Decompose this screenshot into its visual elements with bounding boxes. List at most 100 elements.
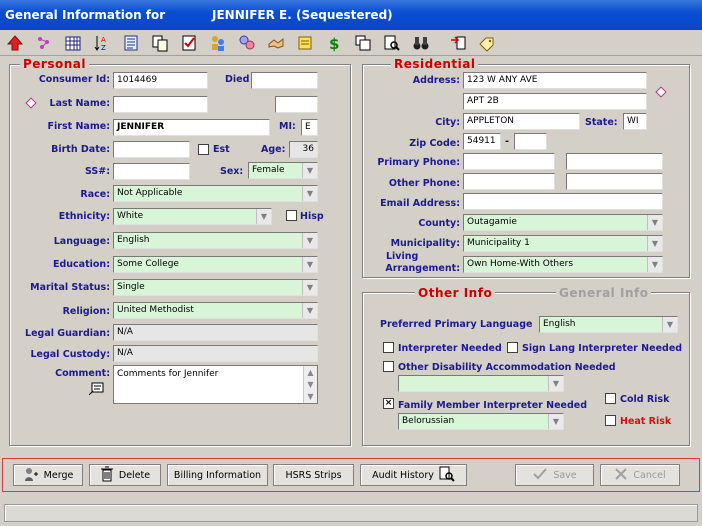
last-name-suffix-input[interactable] [275,96,318,113]
family-interpreter-label: Family Member Interpreter Needed [398,400,588,411]
zip-input[interactable]: 54911 [463,133,501,150]
living-arrangement-select[interactable]: Own Home-With Others ▼ [463,256,663,273]
education-label: Education: [53,259,110,270]
calendar-grid-icon[interactable] [62,32,84,54]
address-label: Address: [412,75,460,86]
scroll-down-icon[interactable]: ▼ [304,390,317,403]
preferred-language-select[interactable]: English ▼ [539,316,678,333]
religion-select[interactable]: United Methodist ▼ [113,302,318,319]
chevron-down-icon: ▼ [302,257,317,272]
other-phone-ext-input[interactable] [566,173,663,190]
address-line1-input[interactable]: 123 W ANY AVE [463,72,647,89]
died-label: Died [225,74,250,85]
preferred-language-label: Preferred Primary Language [380,319,533,330]
primary-phone-input[interactable] [463,153,555,170]
chevron-down-icon: ▼ [548,414,563,429]
sex-label: Sex: [220,166,244,177]
family-language-select[interactable]: Belorussian ▼ [398,413,564,430]
city-input[interactable]: APPLETON [463,113,580,130]
chevron-down-icon: ▼ [302,186,317,201]
race-label: Race: [80,189,110,200]
handshake-icon[interactable] [265,32,287,54]
merge-button[interactable]: Merge [13,464,83,486]
heat-risk-label: Heat Risk [620,416,672,427]
hsrs-strips-button[interactable]: HSRS Strips [273,464,354,486]
other-phone-label: Other Phone: [388,178,460,189]
comment-scrollbar[interactable]: ▲ ▼ ▼ [303,366,317,403]
family-interpreter-checkbox[interactable]: × [383,398,394,409]
cold-risk-label: Cold Risk [620,394,670,405]
email-input[interactable] [463,193,663,210]
est-checkbox[interactable] [198,144,209,155]
consumer-id-input[interactable]: 1014469 [113,72,208,89]
document-lines-icon[interactable] [120,32,142,54]
city-label: City: [435,117,460,128]
primary-phone-ext-input[interactable] [566,153,663,170]
municipality-select[interactable]: Municipality 1 ▼ [463,235,663,252]
people-icon[interactable] [207,32,229,54]
pencil-tag-icon[interactable] [476,32,498,54]
other-disability-checkbox[interactable] [383,361,394,372]
state-input[interactable]: WI [623,113,647,130]
heat-risk-checkbox[interactable] [605,415,616,426]
sex-select[interactable]: Female ▼ [248,162,318,179]
chevron-down-icon: ▼ [302,233,317,248]
duplicate-icon[interactable] [352,32,374,54]
audit-history-button[interactable]: Audit History [360,464,467,486]
toolbar: AZ $ [0,30,702,56]
cancel-button[interactable]: Cancel [600,464,680,486]
cold-risk-checkbox[interactable] [605,393,616,404]
tab-general-info[interactable]: General Info [556,286,652,300]
hisp-label: Hisp [300,211,324,222]
binoculars-icon[interactable] [410,32,432,54]
legal-guardian-label: Legal Guardian: [25,328,110,339]
zip-ext-input[interactable] [514,133,547,150]
delete-button[interactable]: Delete [89,464,161,486]
import-icon[interactable] [447,32,469,54]
close-icon [614,467,628,484]
county-label: County: [418,218,460,229]
last-name-input[interactable] [113,96,208,113]
comment-textarea[interactable]: Comments for Jennifer ▲ ▼ ▼ [113,365,318,404]
search-document-icon[interactable] [381,32,403,54]
ssn-input[interactable] [113,163,190,180]
window-title-name: JENNIFER E. (Sequestered) [212,8,393,22]
other-disability-label: Other Disability Accommodation Needed [398,362,616,373]
interpreter-needed-checkbox[interactable] [383,342,394,353]
sort-icon[interactable]: AZ [91,32,113,54]
birth-date-input[interactable] [113,141,190,158]
marital-status-select[interactable]: Single ▼ [113,279,318,296]
hisp-checkbox[interactable] [286,210,297,221]
status-bar [4,504,698,522]
county-select[interactable]: Outagamie ▼ [463,214,663,231]
died-input[interactable] [251,72,318,89]
living-label-line1: Living [386,251,419,262]
religion-label: Religion: [62,306,110,317]
billing-information-button[interactable]: Billing Information [167,464,268,486]
dollar-icon[interactable]: $ [323,32,345,54]
save-button[interactable]: Save [515,464,594,486]
note-icon[interactable] [294,32,316,54]
birth-date-label: Birth Date: [51,144,110,155]
scatter-icon[interactable] [33,32,55,54]
up-arrow-icon[interactable] [4,32,26,54]
trash-icon [100,466,114,485]
language-select[interactable]: English ▼ [113,232,318,249]
audit-history-label: Audit History [372,469,434,481]
other-phone-input[interactable] [463,173,555,190]
other-disability-select[interactable]: ▼ [398,375,564,392]
checklist-icon[interactable] [178,32,200,54]
group-icon[interactable] [236,32,258,54]
education-select[interactable]: Some College ▼ [113,256,318,273]
sign-lang-checkbox[interactable] [507,342,518,353]
copy-document-icon[interactable] [149,32,171,54]
tab-other-info[interactable]: Other Info [415,286,496,300]
ethnicity-label: Ethnicity: [58,211,110,222]
delete-button-label: Delete [118,469,151,481]
ethnicity-select[interactable]: White ▼ [113,208,272,225]
mi-input[interactable]: E [301,119,318,136]
comment-edit-icon[interactable] [88,382,104,396]
race-select[interactable]: Not Applicable ▼ [113,185,318,202]
address-line2-input[interactable]: APT 2B [463,93,647,110]
first-name-input[interactable]: JENNIFER [113,119,270,136]
